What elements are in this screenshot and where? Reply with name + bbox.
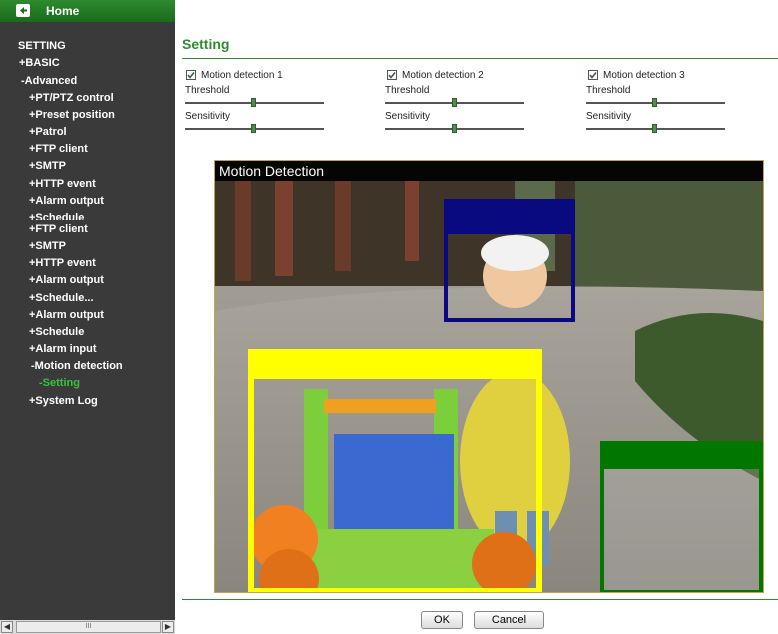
motion-detection-2-checkbox[interactable] <box>387 70 397 80</box>
home-link[interactable]: Home <box>46 4 79 18</box>
sensitivity-2-label: Sensitivity <box>385 111 431 122</box>
threshold-1-label: Threshold <box>185 85 230 96</box>
cancel-button[interactable]: Cancel <box>474 611 544 629</box>
sidebar: Home SETTING +BASIC -Advanced +PT/PTZ co… <box>0 0 175 634</box>
nav-smtp[interactable]: +SMTP <box>29 160 66 172</box>
motion-detection-3-label: Motion detection 3 <box>603 70 685 81</box>
nav-alarm-output[interactable]: +Alarm output <box>29 195 104 207</box>
nav-ftp-client[interactable]: +FTP client <box>29 143 88 155</box>
nav-alarm-output[interactable]: +Alarm output <box>29 309 104 321</box>
nav-system-log[interactable]: +System Log <box>29 395 98 407</box>
scroll-left-arrow-icon[interactable]: ◀ <box>1 621 13 633</box>
nav-ftp-client[interactable]: +FTP client <box>29 223 88 235</box>
threshold-3-slider-handle[interactable] <box>652 98 657 107</box>
nav-basic[interactable]: +BASIC <box>19 57 60 69</box>
sensitivity-2-slider-handle[interactable] <box>452 124 457 133</box>
nav-schedule[interactable]: +Schedule... <box>29 292 94 304</box>
nav-motion-detection[interactable]: -Motion detection <box>31 360 123 372</box>
motion-detection-2-label: Motion detection 2 <box>402 70 484 81</box>
nav-http-event[interactable]: +HTTP event <box>29 257 96 269</box>
nav-schedule[interactable]: +Schedule <box>29 212 84 220</box>
motion-zone-2-header[interactable] <box>254 355 536 379</box>
motion-zone-1-header[interactable] <box>448 203 571 234</box>
sensitivity-1-label: Sensitivity <box>185 111 231 122</box>
nav-preset-position[interactable]: +Preset position <box>29 109 115 121</box>
nav-setting-active[interactable]: -Setting <box>39 377 80 389</box>
threshold-2-slider-handle[interactable] <box>452 98 457 107</box>
nav-pt-ptz-control[interactable]: +PT/PTZ control <box>29 92 114 104</box>
sensitivity-3-label: Sensitivity <box>586 111 632 122</box>
title-divider <box>182 58 778 59</box>
nav-patrol[interactable]: +Patrol <box>29 126 67 138</box>
scrollbar-thumb[interactable]: III <box>16 621 161 633</box>
nav-setting[interactable]: SETTING <box>18 40 66 52</box>
video-header: Motion Detection <box>215 161 763 181</box>
scroll-right-arrow-icon[interactable]: ▶ <box>162 621 174 633</box>
nav-advanced[interactable]: -Advanced <box>21 75 77 87</box>
video-title: Motion Detection <box>219 163 325 179</box>
threshold-3-label: Threshold <box>586 85 631 96</box>
ok-button[interactable]: OK <box>421 611 463 629</box>
sensitivity-3-slider-handle[interactable] <box>652 124 657 133</box>
motion-zone-1[interactable] <box>444 199 575 322</box>
nav-alarm-output[interactable]: +Alarm output <box>29 274 104 286</box>
home-bar[interactable]: Home <box>0 0 175 22</box>
nav-http-event[interactable]: +HTTP event <box>29 178 96 190</box>
motion-detection-1-checkbox[interactable] <box>186 70 196 80</box>
sidebar-horizontal-scrollbar[interactable]: ◀ III ▶ <box>0 620 175 634</box>
motion-detection-video-panel: Motion Detection <box>214 160 764 593</box>
motion-zone-2[interactable] <box>248 349 542 592</box>
nav-smtp[interactable]: +SMTP <box>29 240 66 252</box>
sensitivity-1-slider-handle[interactable] <box>251 124 256 133</box>
nav-alarm-input[interactable]: +Alarm input <box>29 343 97 355</box>
motion-zone-3[interactable] <box>600 441 763 592</box>
back-arrow-icon[interactable] <box>16 4 30 17</box>
page-title: Setting <box>182 36 230 52</box>
motion-zone-3-header[interactable] <box>604 445 759 469</box>
threshold-2-label: Threshold <box>385 85 430 96</box>
camera-image <box>215 181 763 592</box>
motion-detection-1-label: Motion detection 1 <box>201 70 283 81</box>
nav-schedule[interactable]: +Schedule <box>29 326 84 338</box>
motion-detection-3-checkbox[interactable] <box>588 70 598 80</box>
footer-divider <box>182 599 778 600</box>
threshold-1-slider-handle[interactable] <box>251 98 256 107</box>
